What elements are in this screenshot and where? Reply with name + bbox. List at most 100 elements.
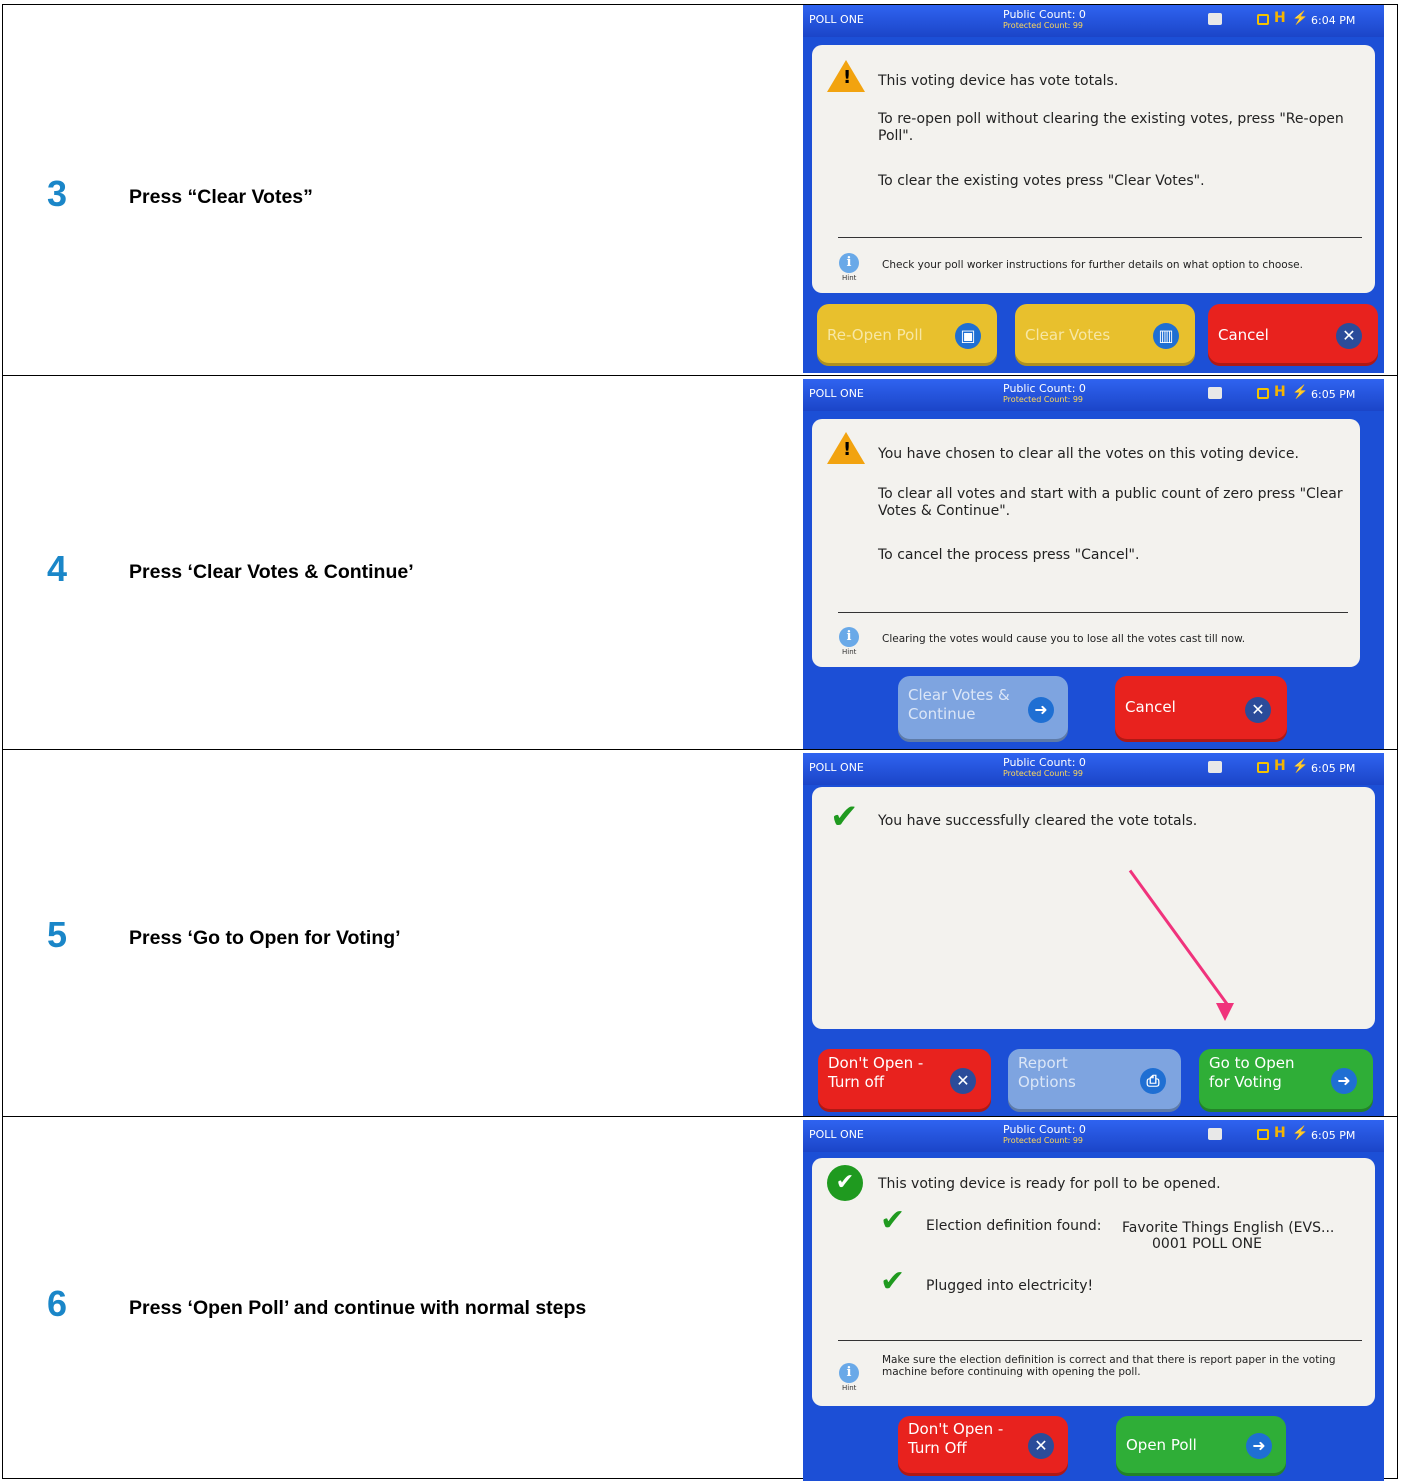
warning-icon: ! [827, 432, 865, 464]
message-panel: ! This voting device has vote totals. To… [812, 45, 1375, 293]
message-line: To cancel the process press "Cancel". [878, 547, 1140, 563]
message-line: To re-open poll without clearing the exi… [878, 111, 1344, 144]
cancel-button[interactable]: Cancel ✕ [1208, 304, 1378, 366]
protected-count: Protected Count: 99 [1003, 1136, 1084, 1145]
printer-icon [1208, 387, 1222, 399]
device-screen: POLL ONE Public Count: 0 Protected Count… [803, 1120, 1384, 1481]
poll-name: POLL ONE [809, 13, 864, 26]
message-line: You have successfully cleared the vote t… [878, 813, 1198, 829]
public-count: Public Count: 0 [1003, 8, 1086, 21]
cancel-button[interactable]: Cancel ✕ [1115, 676, 1287, 742]
report-options-button[interactable]: Report Options ⎙ [1008, 1049, 1181, 1112]
hint-label: Hint [842, 1384, 857, 1392]
hint-label: Hint [842, 648, 857, 656]
pointer-arrowhead [1216, 1003, 1234, 1021]
message-panel: ✔ This voting device is ready for poll t… [812, 1158, 1375, 1406]
close-icon: ✕ [950, 1068, 976, 1094]
election-value: Favorite Things English (EVS... [1122, 1220, 1335, 1236]
hard-drive-icon: H [1274, 10, 1286, 26]
checkmark-icon: ✔ [880, 1264, 906, 1299]
election-label: Election definition found: [926, 1218, 1102, 1234]
open-poll-button[interactable]: Open Poll ➜ [1116, 1416, 1286, 1476]
poll-name: POLL ONE [809, 1128, 864, 1141]
dont-open-turn-off-button[interactable]: Don't Open - Turn Off ✕ [898, 1416, 1068, 1476]
protected-count: Protected Count: 99 [1003, 769, 1084, 778]
device-screen: POLL ONE Public Count: 0 Protected Count… [803, 379, 1384, 749]
clear-votes-button[interactable]: Clear Votes ▥ [1015, 304, 1195, 366]
memory-card-icon [1257, 14, 1269, 25]
instruction-table: 3 Press “Clear Votes” POLL ONE Public Co… [2, 4, 1398, 1481]
public-count: Public Count: 0 [1003, 1123, 1086, 1136]
clear-votes-continue-button[interactable]: Clear Votes & Continue ➜ [898, 676, 1068, 742]
memory-card-icon [1257, 1129, 1269, 1140]
protected-count: Protected Count: 99 [1003, 395, 1084, 404]
step-row: 5 Press ‘Go to Open for Voting’ POLL ONE… [3, 749, 1397, 1117]
divider [838, 237, 1362, 238]
message-panel: ! You have chosen to clear all the votes… [812, 419, 1360, 667]
step-row: 4 Press ‘Clear Votes & Continue’ POLL ON… [3, 375, 1397, 749]
go-to-open-for-voting-button[interactable]: Go to Open for Voting ➜ [1199, 1049, 1373, 1112]
message-line: To clear the existing votes press "Clear… [878, 173, 1205, 189]
memory-card-icon [1257, 388, 1269, 399]
checkmark-icon: ✔ [880, 1203, 906, 1238]
status-bar: POLL ONE Public Count: 0 Protected Count… [803, 1120, 1384, 1152]
divider [838, 612, 1348, 613]
status-bar: POLL ONE Public Count: 0 Protected Count… [803, 379, 1384, 411]
message-panel: ✔ You have successfully cleared the vote… [812, 787, 1375, 1029]
check-circle-icon: ✔ [827, 1165, 863, 1201]
re-open-poll-button[interactable]: Re-Open Poll ▣ [817, 304, 997, 366]
ballot-box-icon: ▣ [955, 323, 981, 349]
power-plug-icon: ⚡ [1292, 10, 1309, 25]
dont-open-turn-off-button[interactable]: Don't Open - Turn off ✕ [818, 1049, 991, 1112]
step-number: 6 [47, 1283, 68, 1324]
message-line: You have chosen to clear all the votes o… [878, 446, 1299, 462]
step-number: 4 [47, 548, 68, 589]
public-count: Public Count: 0 [1003, 382, 1086, 395]
info-icon: i [839, 627, 859, 647]
info-icon: i [839, 253, 859, 273]
printer-icon [1208, 761, 1222, 773]
status-bar: POLL ONE Public Count: 0 Protected Count… [803, 5, 1384, 37]
close-icon: ✕ [1028, 1433, 1054, 1459]
printer-icon: ⎙ [1140, 1068, 1166, 1094]
step-instruction: Press “Clear Votes” [129, 186, 313, 208]
message-line: To clear all votes and start with a publ… [878, 486, 1343, 519]
clock: 6:05 PM [1311, 1129, 1356, 1142]
arrow-right-icon: ➜ [1331, 1068, 1357, 1094]
election-value-line2: 0001 POLL ONE [1152, 1236, 1262, 1252]
step-number: 5 [47, 914, 68, 955]
arrow-right-icon: ➜ [1246, 1433, 1272, 1459]
power-plug-icon: ⚡ [1292, 758, 1309, 773]
step-instruction: Press ‘Go to Open for Voting’ [129, 927, 401, 949]
step-instruction: Press ‘Clear Votes & Continue’ [129, 561, 414, 583]
clock: 6:05 PM [1311, 388, 1356, 401]
hint-label: Hint [842, 274, 857, 282]
power-status: Plugged into electricity! [926, 1278, 1094, 1294]
protected-count: Protected Count: 99 [1003, 21, 1084, 30]
close-icon: ✕ [1336, 323, 1362, 349]
power-plug-icon: ⚡ [1292, 1125, 1309, 1140]
info-icon: i [839, 1363, 859, 1383]
step-row: 3 Press “Clear Votes” POLL ONE Public Co… [3, 5, 1397, 375]
arrow-right-icon: ➜ [1028, 697, 1054, 723]
close-icon: ✕ [1245, 697, 1271, 723]
divider [838, 1340, 1362, 1341]
public-count: Public Count: 0 [1003, 756, 1086, 769]
clock: 6:04 PM [1311, 14, 1356, 27]
printer-icon [1208, 13, 1222, 25]
status-bar: POLL ONE Public Count: 0 Protected Count… [803, 753, 1384, 785]
clock: 6:05 PM [1311, 762, 1356, 775]
hint-text: Check your poll worker instructions for … [882, 259, 1303, 271]
device-screen: POLL ONE Public Count: 0 Protected Count… [803, 5, 1384, 373]
hard-drive-icon: H [1274, 1125, 1286, 1141]
hint-text: Make sure the election definition is cor… [882, 1354, 1336, 1378]
trash-icon: ▥ [1153, 323, 1179, 349]
poll-name: POLL ONE [809, 761, 864, 774]
step-number: 3 [47, 173, 68, 214]
message-line: This voting device is ready for poll to … [878, 1176, 1221, 1192]
device-screen: POLL ONE Public Count: 0 Protected Count… [803, 753, 1384, 1117]
warning-icon: ! [827, 60, 865, 92]
hard-drive-icon: H [1274, 758, 1286, 774]
power-plug-icon: ⚡ [1292, 384, 1309, 399]
hint-text: Clearing the votes would cause you to lo… [882, 633, 1246, 645]
